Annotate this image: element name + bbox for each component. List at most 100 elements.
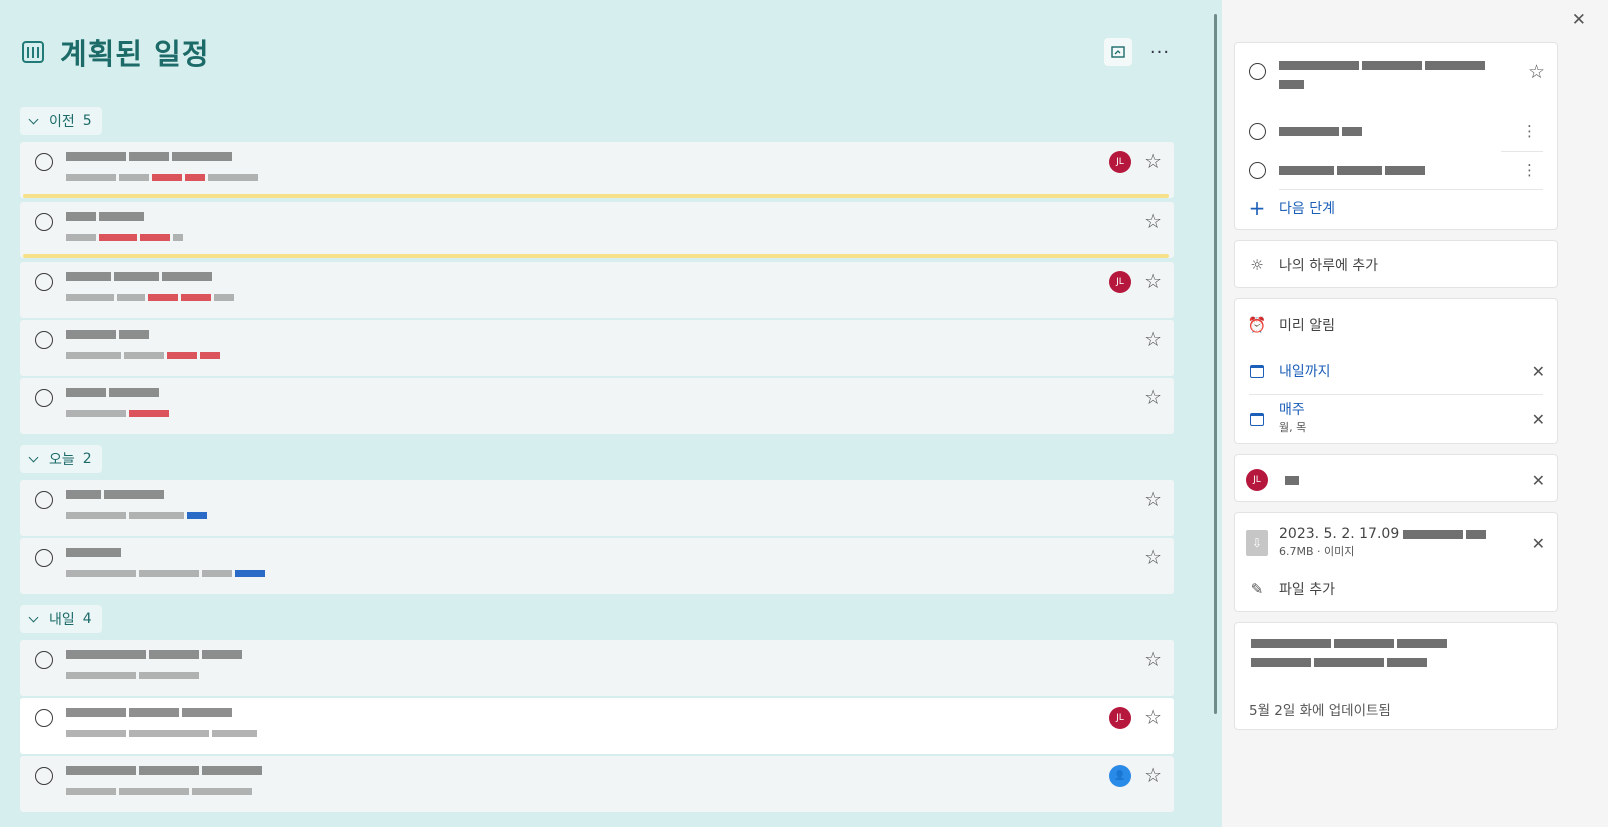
task-item[interactable]: ☆ bbox=[20, 538, 1174, 594]
kebab-icon[interactable]: ⋮ bbox=[1522, 122, 1537, 140]
step-checkbox[interactable] bbox=[1248, 161, 1266, 179]
star-icon[interactable]: ☆ bbox=[1144, 271, 1162, 291]
assignee-card: JL ✕ bbox=[1234, 454, 1558, 502]
star-icon[interactable]: ☆ bbox=[1144, 387, 1162, 407]
dates-card: ⏰ 미리 알림 내일까지 ✕ 매주 월, 목 ✕ bbox=[1234, 298, 1558, 444]
add-to-my-day-button[interactable]: ☼ 나의 하루에 추가 bbox=[1235, 255, 1557, 275]
task-title-row[interactable]: ☆ bbox=[1235, 57, 1557, 107]
complete-checkbox[interactable] bbox=[35, 709, 53, 727]
star-icon[interactable]: ☆ bbox=[1144, 151, 1162, 171]
chevron-down-icon bbox=[28, 452, 39, 462]
download-icon: ⇩ bbox=[1246, 530, 1268, 556]
complete-checkbox[interactable] bbox=[35, 491, 53, 509]
pane-scrollbar[interactable] bbox=[1214, 14, 1217, 714]
group-today[interactable]: 오늘 2 bbox=[20, 445, 102, 473]
task-item[interactable]: ☆ bbox=[20, 320, 1174, 376]
add-file-button[interactable]: ✎ 파일 추가 bbox=[1235, 579, 1557, 599]
due-highlight-line bbox=[23, 194, 1169, 198]
chevron-down-icon bbox=[28, 612, 39, 622]
attached-file[interactable]: ⇩ 2023. 5. 2. 17.09 6.7MB · 이미지 ✕ bbox=[1235, 525, 1557, 561]
repeat-label: 매주 bbox=[1279, 402, 1305, 418]
task-title-redacted bbox=[66, 208, 144, 224]
task-title-redacted bbox=[66, 148, 232, 164]
complete-checkbox[interactable] bbox=[35, 331, 53, 349]
group-count: 2 bbox=[82, 451, 92, 467]
my-day-card[interactable]: ☼ 나의 하루에 추가 bbox=[1234, 240, 1558, 288]
task-meta-redacted bbox=[66, 785, 252, 797]
task-item[interactable]: ☆ bbox=[20, 378, 1174, 434]
note-card[interactable]: 5월 2일 화에 업데이트됨 bbox=[1234, 622, 1558, 730]
chevron-down-icon bbox=[28, 114, 39, 124]
task-item[interactable]: ☆ bbox=[20, 202, 1174, 258]
kebab-icon[interactable]: ⋮ bbox=[1522, 161, 1537, 179]
task-title-redacted bbox=[66, 384, 159, 400]
divider bbox=[1249, 394, 1543, 395]
note-text-redacted[interactable] bbox=[1251, 639, 1447, 667]
group-label: 오늘 bbox=[49, 452, 75, 468]
assigned-person-icon: 👤 bbox=[1109, 765, 1131, 787]
task-item[interactable]: JL ☆ bbox=[20, 262, 1174, 318]
assignee-name-redacted bbox=[1279, 475, 1299, 485]
my-day-label: 나의 하루에 추가 bbox=[1279, 258, 1379, 274]
assignee-avatar: JL bbox=[1246, 469, 1268, 491]
add-step-button[interactable]: + 다음 단계 bbox=[1235, 196, 1557, 220]
files-card: ⇩ 2023. 5. 2. 17.09 6.7MB · 이미지 ✕ ✎ 파일 추… bbox=[1234, 512, 1558, 612]
suggestions-button[interactable] bbox=[1104, 38, 1132, 66]
step-divider bbox=[1501, 151, 1543, 152]
task-item[interactable]: 👤 ☆ bbox=[20, 756, 1174, 812]
task-meta-redacted bbox=[66, 171, 258, 183]
alarm-clock-icon: ⏰ bbox=[1247, 316, 1267, 334]
complete-checkbox[interactable] bbox=[35, 389, 53, 407]
step-item[interactable]: ⋮ bbox=[1235, 160, 1557, 180]
reminder-button[interactable]: ⏰ 미리 알림 bbox=[1235, 315, 1557, 335]
due-date-button[interactable]: 내일까지 ✕ bbox=[1235, 361, 1557, 381]
group-previous[interactable]: 이전 5 bbox=[20, 107, 102, 135]
task-item[interactable]: ☆ bbox=[20, 640, 1174, 696]
star-icon[interactable]: ☆ bbox=[1144, 649, 1162, 669]
plus-icon: + bbox=[1248, 196, 1266, 220]
complete-checkbox[interactable] bbox=[1248, 63, 1266, 80]
assignee-row[interactable]: JL ✕ bbox=[1235, 469, 1557, 491]
more-options-button[interactable]: ··· bbox=[1146, 38, 1174, 66]
sun-icon: ☼ bbox=[1250, 256, 1264, 274]
task-meta-redacted bbox=[66, 727, 257, 739]
task-item[interactable]: JL ☆ bbox=[20, 142, 1174, 198]
task-title-redacted bbox=[66, 762, 262, 778]
clear-due-date-close-icon[interactable]: ✕ bbox=[1532, 362, 1545, 381]
clear-repeat-close-icon[interactable]: ✕ bbox=[1532, 410, 1545, 429]
complete-checkbox[interactable] bbox=[35, 767, 53, 785]
task-meta-redacted bbox=[66, 291, 234, 303]
complete-checkbox[interactable] bbox=[35, 153, 53, 171]
complete-checkbox[interactable] bbox=[35, 549, 53, 567]
star-icon[interactable]: ☆ bbox=[1144, 211, 1162, 231]
complete-checkbox[interactable] bbox=[35, 651, 53, 669]
close-icon[interactable]: ✕ bbox=[1572, 10, 1586, 30]
task-item[interactable]: ☆ bbox=[20, 480, 1174, 536]
complete-checkbox[interactable] bbox=[35, 213, 53, 231]
repeat-days: 월, 목 bbox=[1279, 421, 1307, 434]
repeat-calendar-icon bbox=[1250, 412, 1264, 426]
step-item[interactable]: ⋮ bbox=[1235, 121, 1557, 141]
star-icon[interactable]: ☆ bbox=[1144, 707, 1162, 727]
task-detail-pane: ✕ ☆ ⋮ ⋮ + 다음 단계 ☼ 나의 하루에 추가 ⏰ 미리 알림 내일까지… bbox=[1222, 0, 1608, 827]
group-tomorrow[interactable]: 내일 4 bbox=[20, 605, 102, 633]
task-title-redacted bbox=[66, 268, 212, 284]
task-meta-redacted bbox=[66, 231, 183, 243]
complete-checkbox[interactable] bbox=[35, 273, 53, 291]
star-icon[interactable]: ☆ bbox=[1144, 329, 1162, 349]
star-icon[interactable]: ☆ bbox=[1144, 547, 1162, 567]
task-title-card: ☆ ⋮ ⋮ + 다음 단계 bbox=[1234, 42, 1558, 230]
remove-assignee-close-icon[interactable]: ✕ bbox=[1532, 471, 1545, 490]
group-label: 내일 bbox=[49, 612, 75, 628]
repeat-button[interactable]: 매주 월, 목 ✕ bbox=[1235, 401, 1557, 437]
step-checkbox[interactable] bbox=[1248, 122, 1266, 140]
group-label: 이전 bbox=[49, 114, 75, 130]
task-item-selected[interactable]: JL ☆ bbox=[20, 698, 1174, 754]
star-icon[interactable]: ☆ bbox=[1528, 61, 1545, 83]
task-title-redacted bbox=[66, 486, 164, 502]
remove-file-close-icon[interactable]: ✕ bbox=[1532, 534, 1545, 553]
step-text-redacted bbox=[1279, 165, 1425, 175]
task-title-redacted bbox=[66, 704, 232, 720]
star-icon[interactable]: ☆ bbox=[1144, 489, 1162, 509]
star-icon[interactable]: ☆ bbox=[1144, 765, 1162, 785]
